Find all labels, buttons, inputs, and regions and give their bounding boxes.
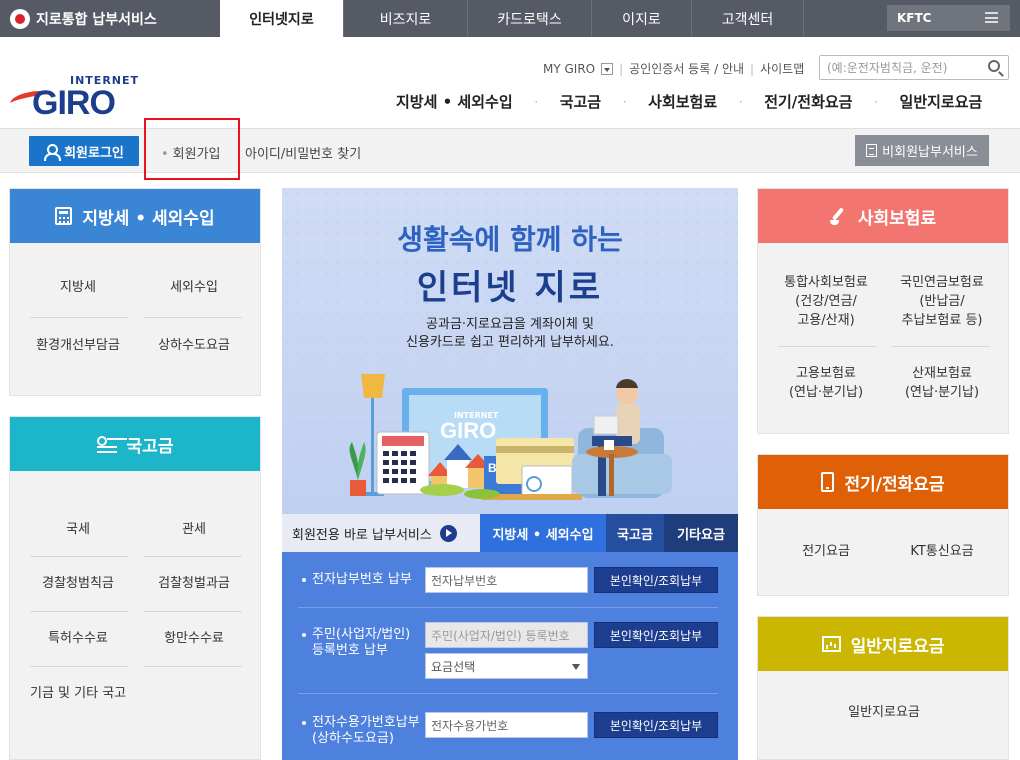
electric-phone-title: 전기/전화요금 [844,474,945,495]
search-input[interactable] [820,56,980,79]
general-giro-item[interactable]: 일반지로요금 [768,703,1000,722]
top-brand[interactable]: 지로통합 납부서비스 [10,0,157,37]
resident-number-input[interactable]: 주민(사업자/법인) 등록번호 [425,622,588,648]
electric-phone-panel: 전기/전화요금 전기요금 KT통신요금 [757,454,1009,596]
sitemap-link[interactable]: 사이트맵 [760,60,804,77]
calculator-icon [55,207,73,225]
arrow-right-icon [439,524,457,542]
resident-number-label: 주민(사업자/법인) 등록번호 납부 [302,627,410,659]
customer-number-label: 전자수용가번호납부 (상하수도요금) [302,715,420,747]
kftc-logo-icon [10,8,30,29]
nav-local-tax[interactable]: 지방세 • 세외수입 [396,91,513,112]
quick-payment-form: 전자납부번호 납부 전자납부번호 본인확인/조회납부 주민(사업자/법인) 등록… [282,552,738,760]
guest-payment-button[interactable]: 비회원납부서비스 [855,135,989,166]
nav-national[interactable]: 국고금 [560,91,601,112]
person-icon [44,143,62,161]
tab-card-tax[interactable]: 카드로택스 [467,0,591,37]
national-treasury-panel: 국고금 국세 관세 경찰청범칙금 검찰청벌과금 특허수수료 항만수수료 기금 및… [9,416,261,760]
police-fine-item[interactable]: 경찰청범칙금 [20,575,136,593]
social-insurance-panel: 사회보험료 통합사회보험료 (건강/연금/ 고용/산재) 국민연금보험료 (반납… [757,188,1009,434]
giro-logo[interactable]: INTERNET GIRO [8,74,138,122]
hero-illustration: INTERNET GIRO Bank [349,374,672,500]
brush-icon [829,207,848,225]
general-giro-title: 일반지로요금 [850,636,945,657]
member-direct-payment[interactable]: 회원전용 바로 납부서비스 [282,514,480,552]
chevron-down-icon[interactable] [601,62,614,75]
local-tax-panel: 지방세 • 세외수입 지방세 세외수입 환경개선부담금 상하수도요금 [9,188,261,396]
top-bar: 지로통합 납부서비스 인터넷지로 비즈지로 카드로택스 이지로 고객센터 KFT… [0,0,1020,37]
national-treasury-title: 국고금 [126,436,174,457]
national-tax-item[interactable]: 국세 [20,521,136,539]
hero-banner: 생활속에 함께 하는 인터넷 지로 공과금·지로요금을 계좌이체 및 신용카드로… [282,188,738,514]
electric-fee-item[interactable]: 전기요금 [768,542,884,561]
non-tax-revenue-item[interactable]: 세외수입 [136,279,252,297]
national-pension-item[interactable]: 국민연금보험료 (반납금/ 추납보험료 등) [884,273,1000,330]
service-tabs: 인터넷지로 비즈지로 카드로택스 이지로 고객센터 [220,0,804,37]
national-treasury-header[interactable]: 국고금 [10,417,260,471]
kftc-label: KFTC [897,11,932,25]
kftc-menu[interactable]: KFTC [887,5,1010,31]
industrial-accident-item[interactable]: 산재보험료 (연납·분기납) [884,364,1000,402]
tab-customer-center[interactable]: 고객센터 [691,0,804,37]
payment-tabs: 회원전용 바로 납부서비스 지방세 • 세외수입 국고금 기타요금 [282,514,738,552]
signup-highlight-box [144,118,240,180]
environment-charge-item[interactable]: 환경개선부담금 [20,337,136,355]
electronic-number-label: 전자납부번호 납부 [302,572,412,588]
customer-number-input[interactable]: 전자수용가번호 [425,712,588,738]
hamburger-icon [985,12,998,23]
screen-giro-text: GIRO [440,418,496,443]
top-brand-label: 지로통합 납부서비스 [36,11,157,28]
nav-general-giro[interactable]: 일반지로요금 [900,91,983,112]
kt-fee-item[interactable]: KT통신요금 [884,542,1000,561]
local-tax-title: 지방세 • 세외수입 [82,208,215,229]
member-login-label: 회원로그인 [64,145,124,161]
prosecution-fine-item[interactable]: 검찰청벌과금 [136,575,252,593]
electronic-number-input[interactable]: 전자납부번호 [425,567,588,593]
patent-fee-item[interactable]: 특허수수료 [20,630,136,648]
local-tax-header[interactable]: 지방세 • 세외수입 [10,189,260,243]
local-tax-item[interactable]: 지방세 [20,279,136,297]
utility-links: MY GIRO | 공인인증서 등록 / 안내 | 사이트맵 [543,60,805,77]
employment-insurance-item[interactable]: 고용보험료 (연납·분기납) [768,364,884,402]
tab-biz-giro[interactable]: 비즈지로 [343,0,467,37]
verify-pay-button-2[interactable]: 본인확인/조회납부 [594,622,718,648]
electric-phone-header[interactable]: 전기/전화요금 [758,455,1008,509]
fund-other-item[interactable]: 기금 및 기타 국고 [24,685,164,703]
general-giro-panel: 일반지로요금 일반지로요금 [757,616,1009,760]
document-icon [866,144,878,157]
main-nav: 지방세 • 세외수입 ㆍ 국고금 ㆍ 사회보험료 ㆍ 전기/전화요금 ㆍ 일반지… [396,91,983,112]
verify-pay-button-1[interactable]: 본인확인/조회납부 [594,567,718,593]
general-giro-header[interactable]: 일반지로요금 [758,617,1008,671]
social-insurance-title: 사회보험료 [857,208,937,229]
list-icon [96,435,117,453]
tab-internet-giro[interactable]: 인터넷지로 [220,0,343,37]
tab-ezgiro[interactable]: 이지로 [591,0,691,37]
chevron-down-icon [572,664,580,670]
phone-icon [821,472,835,492]
customs-item[interactable]: 관세 [136,521,252,539]
chart-icon [821,636,841,652]
port-fee-item[interactable]: 항만수수료 [136,630,252,648]
integrated-social-insurance-item[interactable]: 통합사회보험료 (건강/연금/ 고용/산재) [768,273,884,330]
nav-electric-phone[interactable]: 전기/전화요금 [764,91,852,112]
guest-payment-label: 비회원납부서비스 [882,145,978,160]
water-sewer-item[interactable]: 상하수도요금 [136,337,252,355]
logo-giro-text: GIRO [32,84,116,122]
find-id-password-link[interactable]: 아이디/비밀번호 찾기 [245,143,361,162]
tab-other-fees[interactable]: 기타요금 [664,514,738,552]
member-direct-label: 회원전용 바로 납부서비스 [292,527,432,543]
social-insurance-header[interactable]: 사회보험료 [758,189,1008,243]
tab-local-tax[interactable]: 지방세 • 세외수입 [480,514,606,552]
fee-type-select[interactable]: 요금선택 [425,653,588,679]
cert-link[interactable]: 공인인증서 등록 / 안내 [629,60,744,77]
verify-pay-button-3[interactable]: 본인확인/조회납부 [594,712,718,738]
nav-social-insurance[interactable]: 사회보험료 [648,91,717,112]
search-box [819,55,1009,80]
search-icon[interactable] [988,60,1000,72]
tab-national[interactable]: 국고금 [606,514,664,552]
my-giro-link[interactable]: MY GIRO [543,62,595,76]
member-login-button[interactable]: 회원로그인 [29,136,139,166]
